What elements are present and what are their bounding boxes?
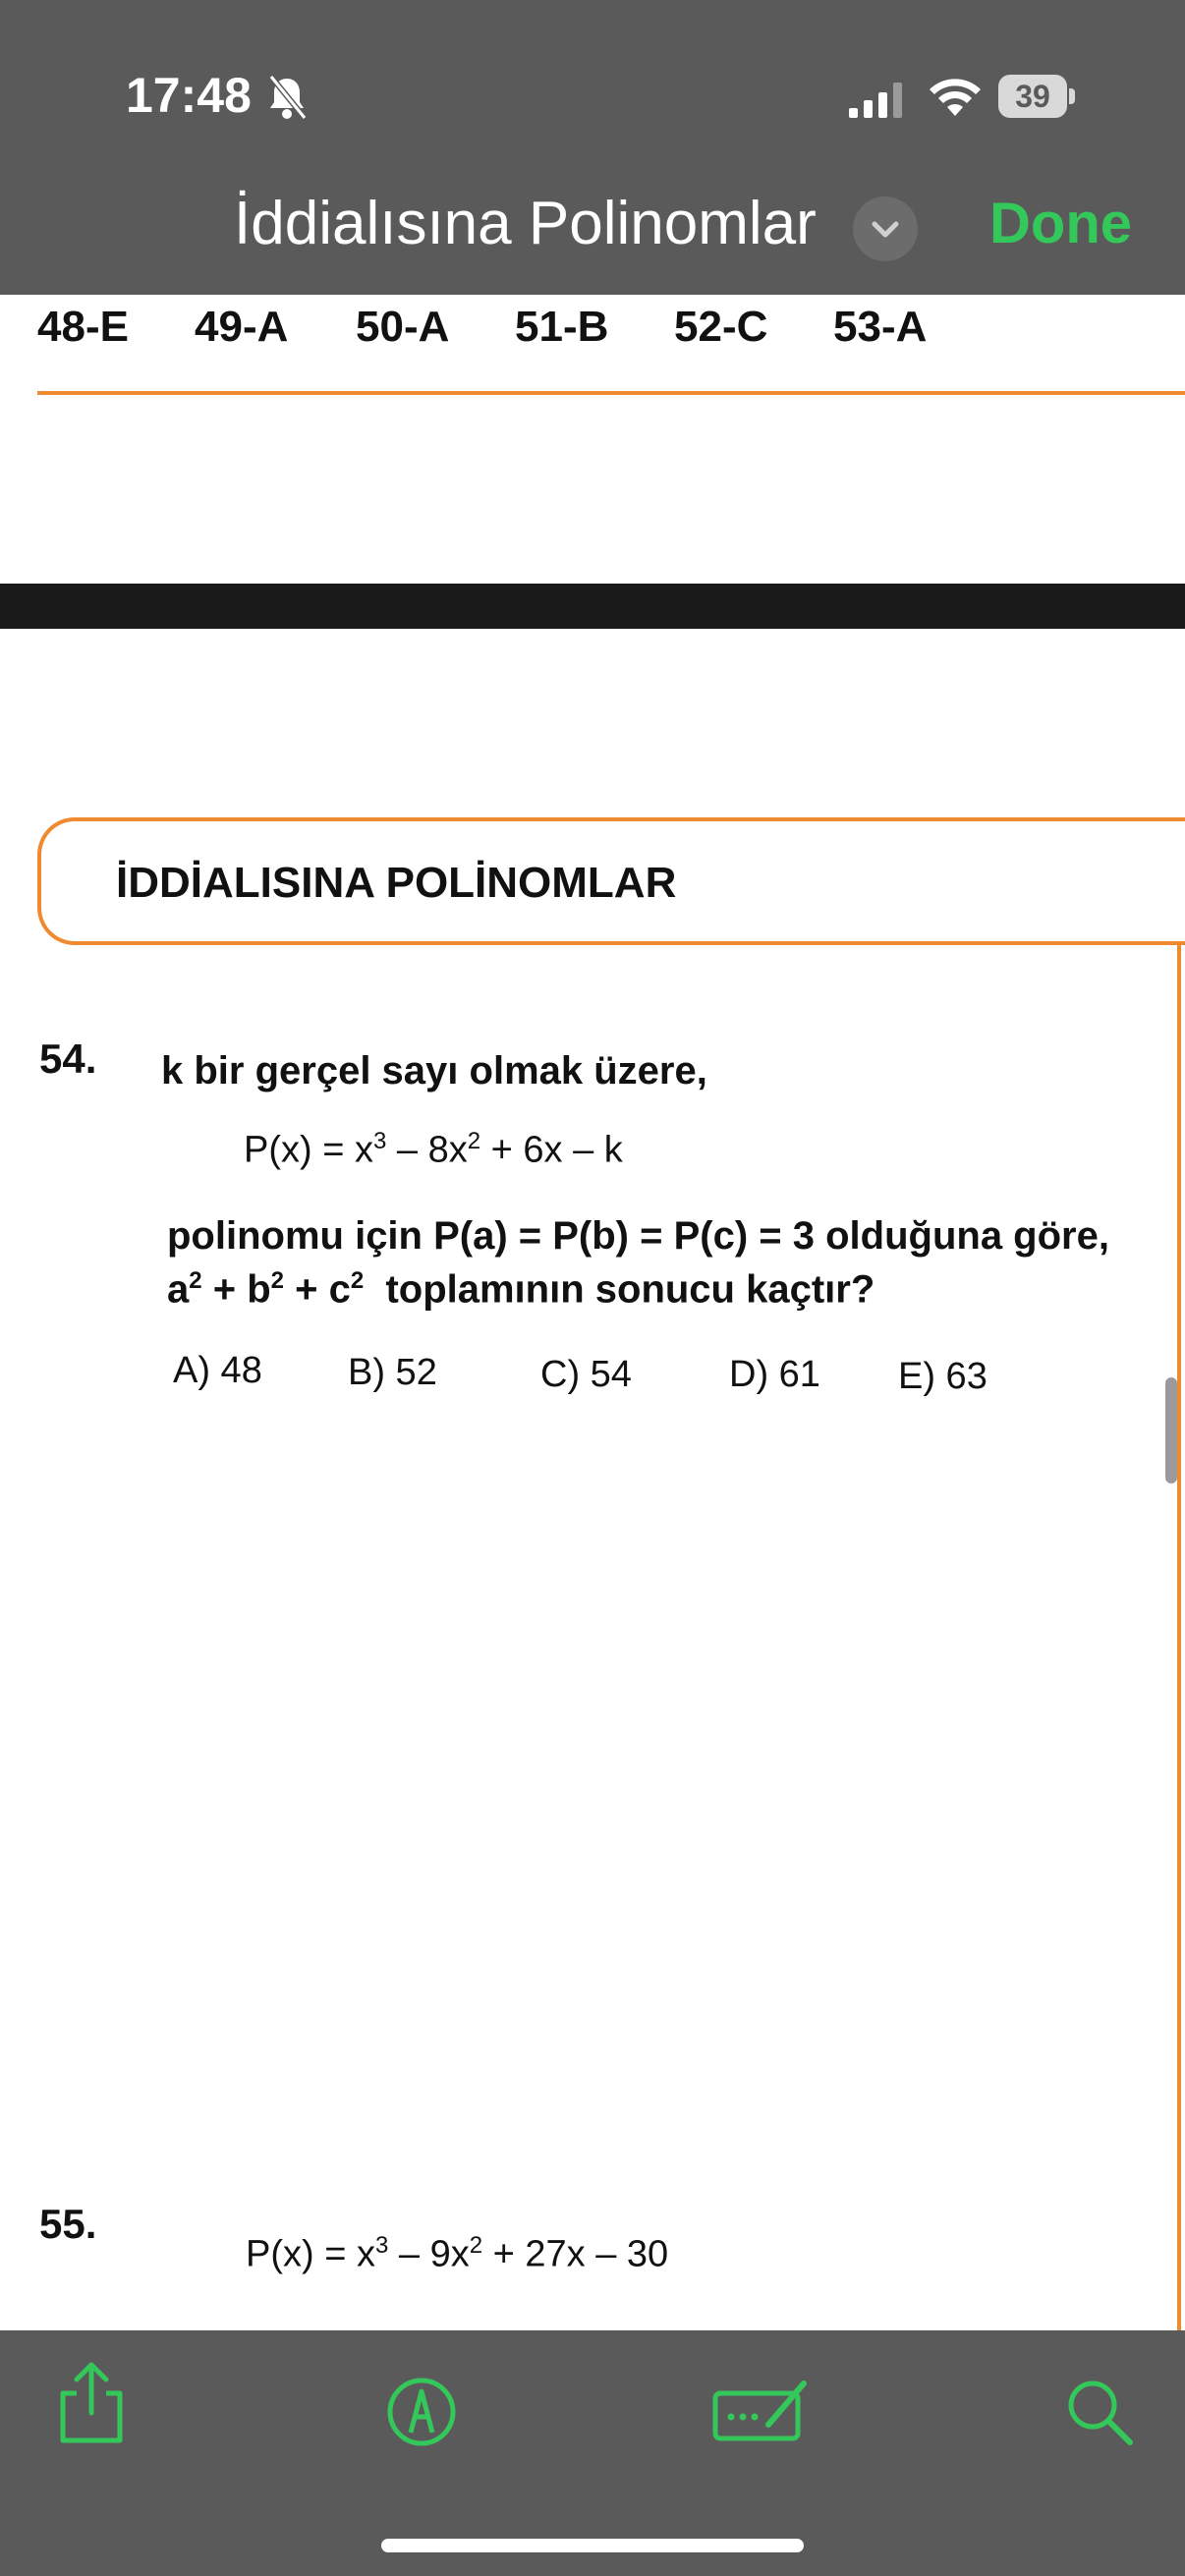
battery-level: 39 bbox=[998, 75, 1067, 118]
scrollbar-thumb[interactable] bbox=[1165, 1377, 1177, 1484]
question-number: 54. bbox=[39, 1036, 97, 1082]
signature-button[interactable] bbox=[709, 2368, 808, 2456]
answer-option: E) 63 bbox=[898, 1356, 988, 1397]
polynomial-formula: P(x) = x3 – 8x2 + 6x – k bbox=[244, 1128, 623, 1171]
status-time: 17:48 bbox=[126, 68, 252, 123]
share-button[interactable] bbox=[47, 2358, 136, 2446]
section-title: İDDİALISINA POLİNOMLAR bbox=[116, 859, 677, 907]
answer-option: C) 54 bbox=[540, 1354, 632, 1395]
home-indicator bbox=[381, 2539, 804, 2552]
markup-icon bbox=[387, 2378, 456, 2446]
signature-icon bbox=[712, 2380, 807, 2441]
chevron-down-icon bbox=[872, 221, 899, 238]
answer-option: B) 52 bbox=[348, 1352, 437, 1393]
answer-option: A) 48 bbox=[173, 1350, 262, 1391]
wifi-icon bbox=[930, 79, 981, 116]
cellular-signal-icon bbox=[849, 83, 902, 118]
answer-item: 51-B bbox=[515, 303, 609, 351]
battery-indicator: 39 bbox=[998, 75, 1077, 118]
document-title[interactable]: İddialısına Polinomlar bbox=[234, 189, 817, 258]
answer-item: 48-E bbox=[37, 303, 129, 351]
question-condition: polinomu için P(a) = P(b) = P(c) = 3 old… bbox=[167, 1214, 1109, 1258]
bell-slash-icon bbox=[268, 75, 308, 120]
answer-item: 53-A bbox=[833, 303, 928, 351]
search-icon bbox=[1068, 2380, 1133, 2445]
polynomial-formula: P(x) = x3 – 9x2 + 27x – 30 bbox=[246, 2232, 669, 2275]
question-prompt-text: toplamının sonucu kaçtır? bbox=[385, 1267, 875, 1312]
done-button[interactable]: Done bbox=[989, 191, 1132, 256]
divider-line bbox=[37, 391, 1185, 395]
title-menu-button[interactable] bbox=[853, 196, 918, 261]
question-number: 55. bbox=[39, 2201, 97, 2247]
page-separator bbox=[0, 584, 1185, 629]
battery-nub bbox=[1069, 88, 1075, 104]
page-border bbox=[1177, 945, 1181, 2330]
question-text: k bir gerçel sayı olmak üzere, bbox=[161, 1049, 707, 1092]
share-icon bbox=[60, 2362, 123, 2443]
markup-button[interactable] bbox=[377, 2368, 466, 2456]
question-prompt: a2 + b2 + c2 toplamının sonucu kaçtır? bbox=[167, 1267, 875, 1312]
answer-item: 52-C bbox=[674, 303, 768, 351]
answer-item: 49-A bbox=[195, 303, 289, 351]
answer-key: 48-E 49-A 50-A 51-B 52-C 53-A bbox=[37, 303, 1177, 362]
answer-option: D) 61 bbox=[729, 1354, 820, 1395]
search-button[interactable] bbox=[1055, 2368, 1144, 2456]
answer-item: 50-A bbox=[356, 303, 450, 351]
